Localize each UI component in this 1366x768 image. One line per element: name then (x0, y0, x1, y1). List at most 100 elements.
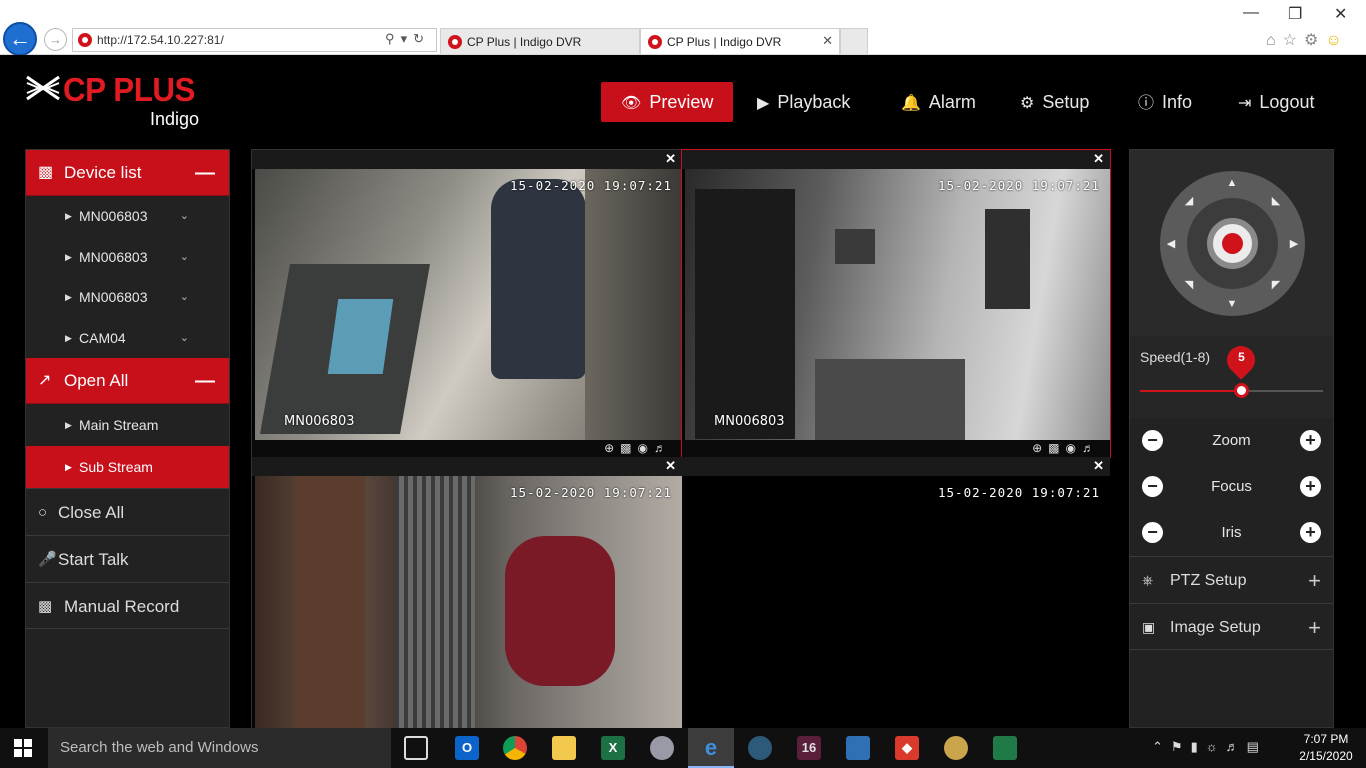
windows-start-icon[interactable] (14, 739, 32, 757)
window-app-icon[interactable] (846, 736, 870, 760)
stream-main[interactable]: ▶ Main Stream (26, 404, 229, 446)
home-icon[interactable]: ⌂ (1266, 32, 1283, 49)
feedback-smiley-icon[interactable]: ☺ (1325, 32, 1348, 49)
device-item[interactable]: ▶ MN006803 ⌄ (26, 237, 229, 278)
paint-icon[interactable] (944, 736, 968, 760)
collapse-minus-icon[interactable]: — (195, 150, 215, 196)
video-tile[interactable]: ✕ 15-02-2020 19:07:21 MN006803 ⊕▩◉♬ (252, 150, 682, 457)
favorites-star-icon[interactable]: ☆ (1283, 32, 1304, 49)
snapshot-camera-icon[interactable]: ◉ (1066, 441, 1082, 455)
chevron-down-icon[interactable]: ⌄ (180, 196, 189, 237)
chevron-down-icon[interactable]: ⌄ (180, 318, 189, 359)
restore-icon[interactable]: ❐ (1288, 4, 1302, 24)
arrow-up-right-icon[interactable]: ◣ (1269, 194, 1283, 207)
zoom-in-icon[interactable]: ⊕ (1032, 441, 1048, 455)
nav-alarm[interactable]: 🔔 Alarm (901, 82, 976, 122)
chevron-down-icon[interactable]: ⌄ (180, 237, 189, 278)
minimize-icon[interactable]: — (1243, 4, 1259, 22)
ptz-setup-button[interactable]: ⎈ PTZ Setup + (1130, 556, 1333, 603)
manual-record-button[interactable]: ▩ Manual Record (26, 582, 229, 629)
forward-arrow-icon[interactable]: → (44, 28, 67, 51)
speed-slider-track[interactable] (1140, 390, 1323, 392)
excel-icon[interactable]: X (601, 736, 625, 760)
focus-plus-icon[interactable]: + (1300, 476, 1321, 497)
camera-feed[interactable] (685, 476, 1110, 729)
battery-icon[interactable]: ▮ (1191, 739, 1206, 754)
notifications-icon[interactable]: ▤ (1247, 739, 1267, 754)
anydesk-icon[interactable]: ◆ (895, 736, 919, 760)
device-item[interactable]: ▶ MN006803 ⌄ (26, 196, 229, 237)
speed-slider-knob[interactable] (1233, 383, 1249, 398)
back-arrow-icon[interactable]: ← (3, 22, 37, 56)
internet-explorer-icon[interactable]: e (699, 736, 723, 760)
browser-tab-active[interactable]: CP Plus | Indigo DVR ✕ (640, 28, 840, 54)
close-tile-icon[interactable]: ✕ (665, 458, 676, 474)
record-video-icon[interactable]: ▩ (1048, 441, 1065, 455)
collapse-minus-icon[interactable]: — (195, 358, 215, 404)
camera-feed[interactable] (255, 169, 682, 440)
remote-app-icon[interactable] (748, 736, 772, 760)
nav-logout[interactable]: ⇥ Logout (1238, 82, 1314, 122)
device-item[interactable]: ▶ MN006803 ⌄ (26, 277, 229, 318)
iris-plus-icon[interactable]: + (1300, 522, 1321, 543)
nav-info[interactable]: ⓘ Info (1138, 82, 1192, 122)
zoom-in-plus-icon[interactable]: + (1300, 430, 1321, 451)
camera-feed[interactable] (255, 476, 682, 729)
task-view-icon[interactable] (404, 736, 428, 760)
arrow-up-left-icon[interactable]: ◢ (1182, 194, 1196, 207)
audio-speaker-icon[interactable]: ♬ (1082, 441, 1100, 455)
arrow-up-icon[interactable]: ▲ (1225, 177, 1239, 189)
nav-setup[interactable]: ⚙ Setup (1020, 82, 1089, 122)
arrow-right-icon[interactable]: ▶ (1287, 237, 1301, 250)
device-item[interactable]: ▶ CAM04 ⌄ (26, 318, 229, 359)
address-controls[interactable]: ⚲▾↻ (385, 31, 430, 47)
snapshot-camera-icon[interactable]: ◉ (638, 441, 654, 455)
app-16-icon[interactable]: 16 (797, 736, 821, 760)
close-tile-icon[interactable]: ✕ (1093, 151, 1104, 167)
open-all-header[interactable]: ↗ Open All — (26, 358, 229, 404)
close-tile-icon[interactable]: ✕ (665, 151, 676, 167)
arrow-down-left-icon[interactable]: ◥ (1182, 278, 1196, 291)
zoom-in-icon[interactable]: ⊕ (604, 441, 620, 455)
file-explorer-icon[interactable] (552, 736, 576, 760)
arrow-down-right-icon[interactable]: ◤ (1269, 278, 1283, 291)
video-tile[interactable]: ✕ 15-02-2020 19:07:21 (252, 457, 682, 729)
stream-sub[interactable]: ▶ Sub Stream (26, 446, 229, 488)
wifi-icon[interactable]: ☼ (1206, 739, 1226, 754)
new-tab-button[interactable] (840, 28, 868, 54)
close-tile-icon[interactable]: ✕ (1093, 458, 1104, 474)
nav-playback[interactable]: ▶ Playback (757, 82, 850, 122)
close-window-icon[interactable]: ✕ (1334, 4, 1347, 24)
arrow-down-icon[interactable]: ▼ (1225, 298, 1239, 310)
ptz-center-button[interactable] (1207, 218, 1258, 269)
video-tile[interactable]: ✕ 15-02-2020 19:07:21 MN006803 ⊕▩◉♬ (681, 149, 1111, 458)
start-talk-button[interactable]: 🎤 Start Talk (26, 535, 229, 582)
volume-icon[interactable]: ♬ (1226, 739, 1247, 754)
chevron-down-icon[interactable]: ⌄ (180, 277, 189, 318)
app-icon[interactable] (650, 736, 674, 760)
expand-plus-icon[interactable]: + (1308, 557, 1321, 604)
image-setup-button[interactable]: ▣ Image Setup + (1130, 603, 1333, 650)
taskbar-search-box[interactable]: Search the web and Windows (48, 728, 391, 768)
flag-icon[interactable]: ⚑ (1171, 739, 1191, 754)
ptz-direction-ring[interactable]: ▲ ▼ ◀ ▶ ◢ ◣ ◥ ◤ (1160, 171, 1305, 316)
audio-speaker-icon[interactable]: ♬ (654, 441, 672, 455)
browser-tab[interactable]: CP Plus | Indigo DVR (440, 28, 640, 54)
camera-feed[interactable] (685, 169, 1110, 440)
spreadsheet-app-icon[interactable] (993, 736, 1017, 760)
record-video-icon[interactable]: ▩ (620, 441, 637, 455)
zoom-out-minus-icon[interactable]: − (1142, 430, 1163, 451)
nav-preview[interactable]: 👁 Preview (601, 82, 733, 122)
chrome-icon[interactable] (503, 736, 527, 760)
outlook-icon[interactable]: O (455, 736, 479, 760)
taskbar-clock[interactable]: 7:07 PM 2/15/2020 (1294, 731, 1358, 765)
focus-minus-icon[interactable]: − (1142, 476, 1163, 497)
iris-minus-icon[interactable]: − (1142, 522, 1163, 543)
arrow-left-icon[interactable]: ◀ (1164, 237, 1178, 250)
address-bar[interactable]: http://172.54.10.227:81/ ⚲▾↻ (72, 28, 437, 52)
expand-plus-icon[interactable]: + (1308, 604, 1321, 651)
chevron-up-icon[interactable]: ⌃ (1152, 739, 1171, 754)
settings-gear-icon[interactable]: ⚙ (1304, 32, 1325, 49)
video-tile[interactable]: ✕ 15-02-2020 19:07:21 (682, 457, 1110, 729)
device-list-header[interactable]: ▩ Device list — (26, 150, 229, 196)
